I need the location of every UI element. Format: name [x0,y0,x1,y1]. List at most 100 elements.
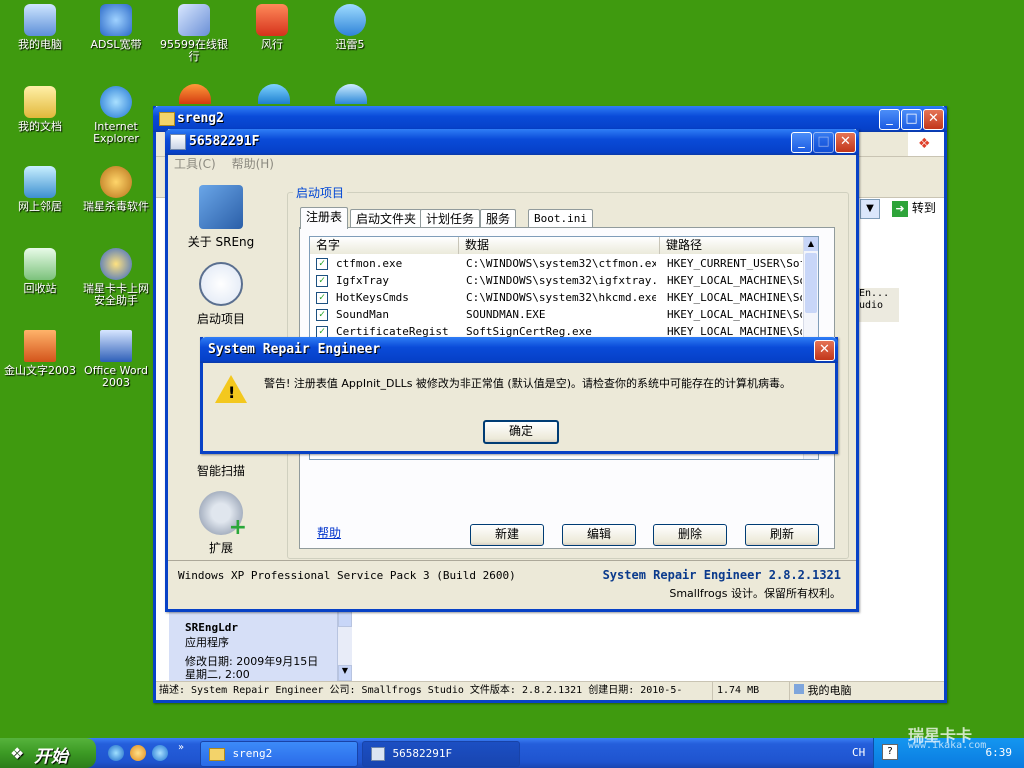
alert-message: 警告! 注册表值 AppInit_DLLs 被修改为非正常值 (默认值是空)。请… [264,377,792,390]
chevron-icon[interactable]: » [178,742,184,753]
tab-boot-ini[interactable]: Boot.ini [528,209,593,228]
desktop-icon-rising[interactable]: 瑞星杀毒软件 [78,166,154,213]
windows-logo: ❖ [908,132,944,156]
minimize-button[interactable]: _ [791,132,812,153]
product-name: System Repair Engineer 2.8.2.1321 [602,568,841,582]
tab-services[interactable]: 服务 [480,209,517,228]
app-icon [371,747,385,761]
my-computer-icon [24,4,56,36]
help-icon[interactable]: ? [882,744,898,760]
thunder-icon [334,4,366,36]
nav-smart-scan[interactable]: 智能扫描 [176,462,266,479]
computer-icon [794,684,804,694]
my-documents-icon [24,86,56,118]
desktop-icon-adsl[interactable]: ADSL宽带 [78,4,154,51]
desktop-icon-recycle-bin[interactable]: 回收站 [2,248,78,295]
desktop-icon-network[interactable]: 网上邻居 [2,166,78,213]
column-path[interactable]: 键路径 [660,237,807,254]
sreng-titlebar[interactable]: 56582291F _ □ ✕ [165,129,859,155]
partial-file-label: En... udio [859,288,899,322]
details-panel: SREngLdr 应用程序 修改日期: 2009年9月15日 星期二, 2:00 [169,611,337,681]
go-arrow-icon: ➜ [892,201,908,217]
ie-icon[interactable] [152,745,168,761]
app-icon [170,134,186,150]
refresh-button[interactable]: 刷新 [745,524,819,546]
delete-button[interactable]: 删除 [653,524,727,546]
task-sreng2[interactable]: sreng2 [200,741,358,767]
desktop-show-icon[interactable] [108,745,124,761]
status-zone: 我的电脑 [789,682,852,700]
gear-plus-icon: + [199,491,247,539]
table-row[interactable]: ✓ HotKeysCmds C:\WINDOWS\system32\hkcmd.… [310,289,802,306]
clock: 6:39 [985,746,1013,759]
explorer-title: sreng2 [177,111,224,126]
desktop-icon-ie[interactable]: Internet Explorer [78,86,154,145]
copyright: Smallfrogs 设计。保留所有权利。 [669,587,841,600]
language-indicator[interactable]: CH [852,746,865,759]
close-button[interactable]: ✕ [835,132,856,153]
clock-icon [199,262,243,306]
desktop-icon-kaka[interactable]: 瑞星卡卡上网安全助手 [78,248,154,307]
recycle-bin-icon [24,248,56,280]
kaka-icon [100,248,132,280]
qq-icon[interactable] [130,745,146,761]
alert-title: System Repair Engineer [208,342,381,357]
desktop-icon-bank[interactable]: 95599在线银行 [156,4,232,63]
scroll-down-icon[interactable]: ▼ [338,665,352,681]
desktop-icon-funshion[interactable]: 风行 [234,4,310,51]
alert-titlebar[interactable]: System Repair Engineer ✕ [200,337,838,363]
row-checkbox[interactable]: ✓ [316,309,328,321]
new-button[interactable]: 新建 [470,524,544,546]
desktop-icon-my-documents[interactable]: 我的文档 [2,86,78,133]
edit-button[interactable]: 编辑 [562,524,636,546]
quick-launch: » [106,742,184,762]
folder-icon [159,112,175,126]
desktop-icon-word[interactable]: Office Word 2003 [78,330,154,389]
task-sreng-app[interactable]: 56582291F [362,741,520,767]
column-name[interactable]: 名字 [310,237,459,254]
nav-startup[interactable]: 启动项目 [176,262,266,327]
tab-startup-folder[interactable]: 启动文件夹 [350,209,423,228]
help-link[interactable]: 帮助 [317,524,341,541]
folder-icon [209,747,225,761]
tools-icon [199,185,243,229]
scroll-thumb[interactable] [805,253,817,313]
row-checkbox[interactable]: ✓ [316,275,328,287]
warning-icon: ! [215,375,247,403]
table-row[interactable]: ✓ IgfxTray C:\WINDOWS\system32\igfxtray.… [310,272,802,289]
desktop-icon-my-computer[interactable]: 我的电脑 [2,4,78,51]
table-row[interactable]: ✓ ctfmon.exe C:\WINDOWS\system32\ctfmon.… [310,255,802,272]
menu-tools[interactable]: 工具(C) [174,157,216,171]
ok-button[interactable]: 确定 [483,420,559,444]
funshion-icon [256,4,288,36]
desktop-icon-wps[interactable]: 金山文字2003 [2,330,78,377]
menu-help[interactable]: 帮助(H) [232,157,274,171]
nav-about[interactable]: 关于 SREng [176,185,266,250]
minimize-button[interactable]: _ [879,109,900,130]
sreng-menu-bar: 工具(C) 帮助(H) [174,155,274,173]
maximize-button[interactable]: □ [901,109,922,130]
scroll-up-icon[interactable]: ▲ [804,237,818,251]
task-pane-scrollbar[interactable]: ▼ [337,611,352,681]
maximize-button: □ [813,132,834,153]
address-dropdown[interactable]: ▼ [860,199,880,219]
partial-app-icon [258,84,290,104]
column-data[interactable]: 数据 [459,237,660,254]
nav-extend[interactable]: + 扩展 [176,491,266,556]
system-tray: ? 瑞星卡卡 www.ikaka.com 6:39 [873,726,1024,768]
rising-icon [100,166,132,198]
word-icon [100,330,132,362]
goto-button[interactable]: ➜ 转到 [892,198,942,218]
tab-scheduled-tasks[interactable]: 计划任务 [420,209,481,228]
row-checkbox[interactable]: ✓ [316,258,328,270]
close-button[interactable]: ✕ [814,340,835,361]
watermark-url: www.ikaka.com [908,740,987,751]
tab-registry[interactable]: 注册表 [300,207,349,229]
close-button[interactable]: ✕ [923,109,944,130]
desktop-icon-thunder[interactable]: 迅雷5 [312,4,388,51]
group-title: 启动项目 [293,184,348,201]
row-checkbox[interactable]: ✓ [316,292,328,304]
start-button[interactable]: ❖ 开始 [0,738,96,768]
table-row[interactable]: ✓ SoundMan SOUNDMAN.EXE HKEY_LOCAL_MACHI… [310,306,802,323]
alert-dialog: System Repair Engineer ✕ ! 警告! 注册表值 AppI… [200,337,838,454]
